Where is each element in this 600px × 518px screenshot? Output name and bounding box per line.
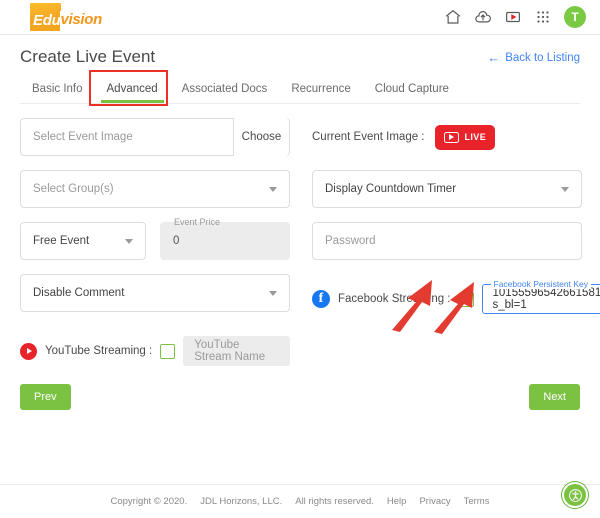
footer-link-privacy[interactable]: Privacy bbox=[419, 496, 450, 507]
top-bar-actions: T bbox=[444, 6, 586, 28]
apps-grid-icon[interactable] bbox=[534, 8, 552, 26]
facebook-persistent-key-value: 10155596542661581?s_bl=1 bbox=[492, 287, 600, 311]
youtube-stream-name-input[interactable]: YouTube Stream Name bbox=[183, 336, 290, 366]
comment-setting-dropdown[interactable]: Disable Comment bbox=[20, 274, 290, 312]
facebook-icon: f bbox=[312, 290, 330, 308]
form-column-right: Current Event Image : LIVE Display Count… bbox=[312, 118, 600, 366]
tab-basic-info[interactable]: Basic Info bbox=[20, 83, 95, 103]
advanced-form: Select Event Image Choose Select Group(s… bbox=[0, 104, 600, 366]
page-title: Create Live Event bbox=[20, 47, 156, 66]
chevron-down-icon bbox=[561, 186, 569, 192]
back-to-listing-link[interactable]: ← Back to Listing bbox=[487, 47, 580, 64]
facebook-streaming-label: Facebook Streaming : bbox=[338, 293, 451, 305]
event-type-dropdown[interactable]: Free Event bbox=[20, 222, 146, 260]
accessibility-widget-button[interactable] bbox=[562, 482, 588, 508]
current-event-image-row: Current Event Image : LIVE bbox=[312, 118, 582, 156]
select-groups-dropdown[interactable]: Select Group(s) bbox=[20, 170, 290, 208]
tab-bar: Basic Info Advanced Associated Docs Recu… bbox=[20, 70, 580, 106]
chevron-down-icon bbox=[125, 238, 133, 244]
select-groups-placeholder: Select Group(s) bbox=[33, 183, 114, 195]
logo-text-vision: vision bbox=[60, 11, 103, 31]
footer-rights: All rights reserved. bbox=[295, 496, 374, 507]
choose-file-button[interactable]: Choose bbox=[233, 118, 289, 156]
video-icon[interactable] bbox=[504, 8, 522, 26]
chevron-down-icon bbox=[269, 290, 277, 296]
app-logo[interactable]: Edu vision bbox=[30, 3, 103, 31]
countdown-timer-value: Display Countdown Timer bbox=[325, 183, 457, 195]
price-row: Free Event Event Price 0 bbox=[20, 217, 290, 260]
back-to-listing-label: Back to Listing bbox=[505, 51, 580, 64]
tab-cloud-capture[interactable]: Cloud Capture bbox=[363, 83, 461, 103]
youtube-icon bbox=[20, 342, 37, 360]
wizard-navigation: Prev Next bbox=[0, 366, 600, 410]
youtube-streaming-row: YouTube Streaming : YouTube Stream Name bbox=[20, 336, 290, 366]
tab-advanced[interactable]: Advanced bbox=[95, 83, 170, 103]
footer-link-terms[interactable]: Terms bbox=[464, 496, 490, 507]
countdown-timer-dropdown[interactable]: Display Countdown Timer bbox=[312, 170, 582, 208]
page-footer: Copyright © 2020. JDL Horizons, LLC. All… bbox=[0, 484, 600, 518]
prev-button[interactable]: Prev bbox=[20, 384, 71, 410]
chevron-down-icon bbox=[269, 186, 277, 192]
comment-setting-value: Disable Comment bbox=[33, 287, 125, 299]
page-header: Create Live Event ← Back to Listing bbox=[0, 35, 600, 67]
next-button[interactable]: Next bbox=[529, 384, 580, 410]
tab-recurrence[interactable]: Recurrence bbox=[279, 83, 362, 103]
password-field[interactable]: Password bbox=[312, 222, 582, 260]
youtube-streaming-label: YouTube Streaming : bbox=[45, 345, 153, 357]
event-image-placeholder: Select Event Image bbox=[33, 131, 133, 143]
play-icon bbox=[443, 131, 459, 143]
event-price-field: Event Price 0 bbox=[160, 217, 290, 260]
cloud-upload-icon[interactable] bbox=[474, 8, 492, 26]
live-badge-label: LIVE bbox=[464, 132, 487, 142]
facebook-persistent-key-label: Facebook Persistent Key bbox=[490, 279, 592, 289]
live-badge: LIVE bbox=[434, 124, 496, 150]
password-placeholder: Password bbox=[325, 235, 376, 247]
left-arrow-icon: ← bbox=[487, 50, 501, 65]
event-price-value: 0 bbox=[173, 235, 180, 247]
footer-company: JDL Horizons, LLC. bbox=[200, 496, 283, 507]
home-icon[interactable] bbox=[444, 8, 462, 26]
youtube-streaming-checkbox[interactable] bbox=[160, 343, 176, 359]
event-image-field[interactable]: Select Event Image Choose bbox=[20, 118, 290, 156]
form-column-left: Select Event Image Choose Select Group(s… bbox=[20, 118, 290, 366]
footer-copyright: Copyright © 2020. bbox=[110, 496, 188, 507]
facebook-streaming-row: f Facebook Streaming : Facebook Persiste… bbox=[312, 279, 600, 314]
current-event-image-label: Current Event Image : bbox=[312, 131, 425, 143]
footer-link-help[interactable]: Help bbox=[387, 496, 407, 507]
tab-associated-docs[interactable]: Associated Docs bbox=[170, 83, 280, 103]
logo-text-edu: Edu bbox=[30, 3, 62, 31]
facebook-streaming-checkbox[interactable] bbox=[458, 291, 474, 307]
top-navigation-bar: Edu vision T bbox=[0, 0, 600, 35]
event-type-value: Free Event bbox=[33, 235, 90, 247]
event-price-label: Event Price bbox=[174, 217, 221, 227]
facebook-persistent-key-input[interactable]: Facebook Persistent Key 1015559654266158… bbox=[481, 279, 600, 314]
user-avatar[interactable]: T bbox=[564, 6, 586, 28]
